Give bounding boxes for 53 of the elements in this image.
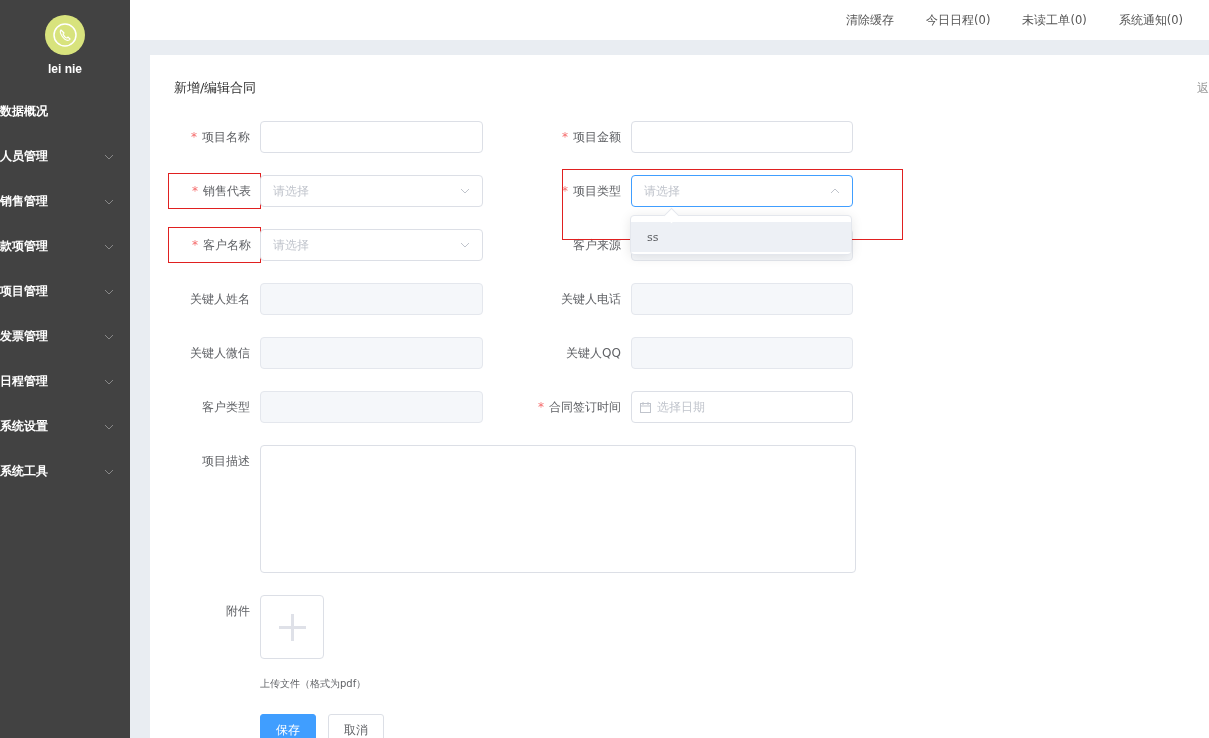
field-label: * 项目金额 — [560, 121, 622, 153]
chevron-icon — [104, 468, 114, 475]
field-label: * 合同签订时间 — [536, 391, 622, 423]
header-link[interactable]: 未读工单(0) — [1022, 12, 1087, 28]
chevron-icon — [104, 378, 114, 385]
header-link[interactable]: 系统通知(0) — [1118, 12, 1183, 28]
header-link[interactable]: 清除缓存 — [846, 12, 895, 28]
field-label: 关键人QQ — [565, 344, 622, 362]
field-label: 客户类型 — [201, 398, 251, 416]
field-label: 项目描述 — [201, 452, 251, 470]
calendar-icon — [640, 401, 651, 413]
required-mark: * — [537, 399, 545, 416]
description-field[interactable] — [260, 445, 856, 573]
header-link[interactable]: 今日日程(0) — [926, 12, 991, 28]
required-mark: * — [561, 129, 569, 146]
text-field[interactable] — [260, 121, 483, 153]
chevron-icon — [104, 333, 114, 340]
chevron-icon — [104, 153, 114, 160]
menu-item[interactable]: 销售管理 — [0, 179, 130, 224]
page-title: 新增/编辑合同 — [174, 79, 257, 97]
field-label: 关键人微信 — [189, 344, 251, 362]
chevron-icon — [104, 243, 114, 250]
phone-icon — [52, 22, 78, 48]
menu-item[interactable]: 系统工具 — [0, 449, 130, 494]
menu-item[interactable]: 人员管理 — [0, 134, 130, 179]
upload-button[interactable] — [260, 595, 324, 659]
upload-hint: 上传文件（格式为pdf） — [260, 677, 368, 691]
menu-item[interactable]: 数据概况 — [0, 89, 130, 134]
menu-item[interactable]: 款项管理 — [0, 224, 130, 269]
text-field[interactable] — [631, 121, 853, 153]
menu-item[interactable]: 发票管理 — [0, 314, 130, 359]
field-label: * 项目类型 — [560, 175, 622, 207]
menu-item[interactable]: 项目管理 — [0, 269, 130, 314]
plus-icon — [278, 613, 306, 641]
menu-item[interactable]: 系统设置 — [0, 404, 130, 449]
required-mark: * — [190, 129, 198, 146]
field-label: 附件 — [225, 602, 251, 620]
required-mark: * — [191, 237, 199, 254]
chevron-icon — [460, 188, 470, 194]
required-mark: * — [191, 183, 199, 200]
user-name: lei nie — [48, 62, 82, 76]
field-label: 关键人电话 — [560, 290, 622, 308]
chevron-icon — [104, 198, 114, 205]
chevron-icon — [104, 423, 114, 430]
field-label: 关键人姓名 — [189, 290, 251, 308]
menu-item[interactable]: 日程管理 — [0, 359, 130, 404]
field-label: * 项目名称 — [189, 121, 251, 153]
chevron-icon — [460, 242, 470, 248]
cancel-button[interactable]: 取消 — [328, 714, 384, 738]
chevron-icon — [830, 188, 840, 194]
chevron-icon — [104, 288, 114, 295]
dropdown-option[interactable]: ss — [631, 222, 851, 252]
required-mark: * — [561, 183, 569, 200]
